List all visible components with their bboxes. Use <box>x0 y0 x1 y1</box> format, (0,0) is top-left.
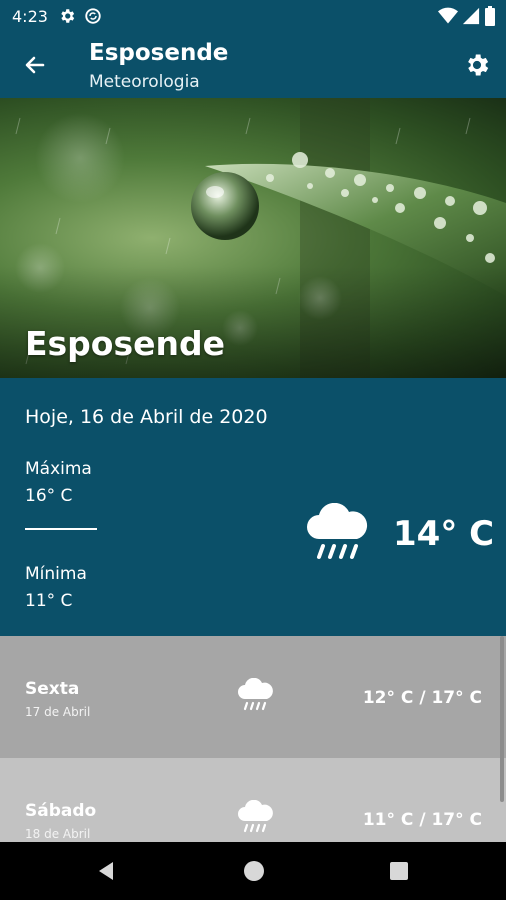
sync-icon <box>85 8 101 24</box>
forecast-date: 18 de Abril <box>25 827 91 841</box>
nav-back-icon[interactable] <box>95 860 117 882</box>
max-label: Máxima <box>25 459 92 479</box>
status-icons <box>438 6 496 26</box>
min-label: Mínima <box>25 564 87 584</box>
rain-cloud-icon <box>238 800 273 833</box>
scrollbar[interactable] <box>500 636 504 802</box>
gear-icon <box>61 9 75 23</box>
settings-button[interactable] <box>462 50 492 80</box>
forecast-date: 17 de Abril <box>25 705 91 719</box>
min-value: 11° C <box>25 591 73 611</box>
divider <box>25 528 97 530</box>
rain-cloud-icon <box>238 678 273 711</box>
forecast-temperatures: 11° C / 17° C <box>362 810 482 830</box>
current-temperature: 14° C <box>393 514 495 554</box>
forecast-temperatures: 12° C / 17° C <box>362 688 482 708</box>
navigation-bar <box>0 842 506 900</box>
wifi-icon <box>438 7 458 24</box>
signal-icon <box>462 7 480 25</box>
arrow-left-icon <box>25 56 45 74</box>
today-date: Hoje, 16 de Abril de 2020 <box>25 406 268 428</box>
forecast-day: Sexta <box>25 679 80 699</box>
status-time: 4:23 <box>12 7 48 26</box>
nav-recents-icon[interactable] <box>390 862 408 880</box>
app-bar: Esposende Meteorologia <box>0 32 506 98</box>
forecast-row[interactable]: Sexta 17 de Abril 12° C / 17° C <box>0 636 506 758</box>
hero-city-name: Esposende <box>25 324 225 363</box>
forecast-day: Sábado <box>25 801 97 821</box>
app-subtitle: Meteorologia <box>89 72 200 92</box>
hero-image: Esposende <box>0 98 506 378</box>
battery-icon <box>485 6 495 26</box>
rain-cloud-icon <box>307 503 368 559</box>
today-panel: Hoje, 16 de Abril de 2020 Máxima 16° C M… <box>0 378 506 636</box>
app-title: Esposende <box>89 40 229 66</box>
max-value: 16° C <box>25 486 73 506</box>
gear-icon <box>468 54 489 76</box>
status-bar: 4:23 <box>0 0 506 32</box>
nav-home-icon[interactable] <box>244 861 264 881</box>
back-button[interactable] <box>20 50 50 80</box>
